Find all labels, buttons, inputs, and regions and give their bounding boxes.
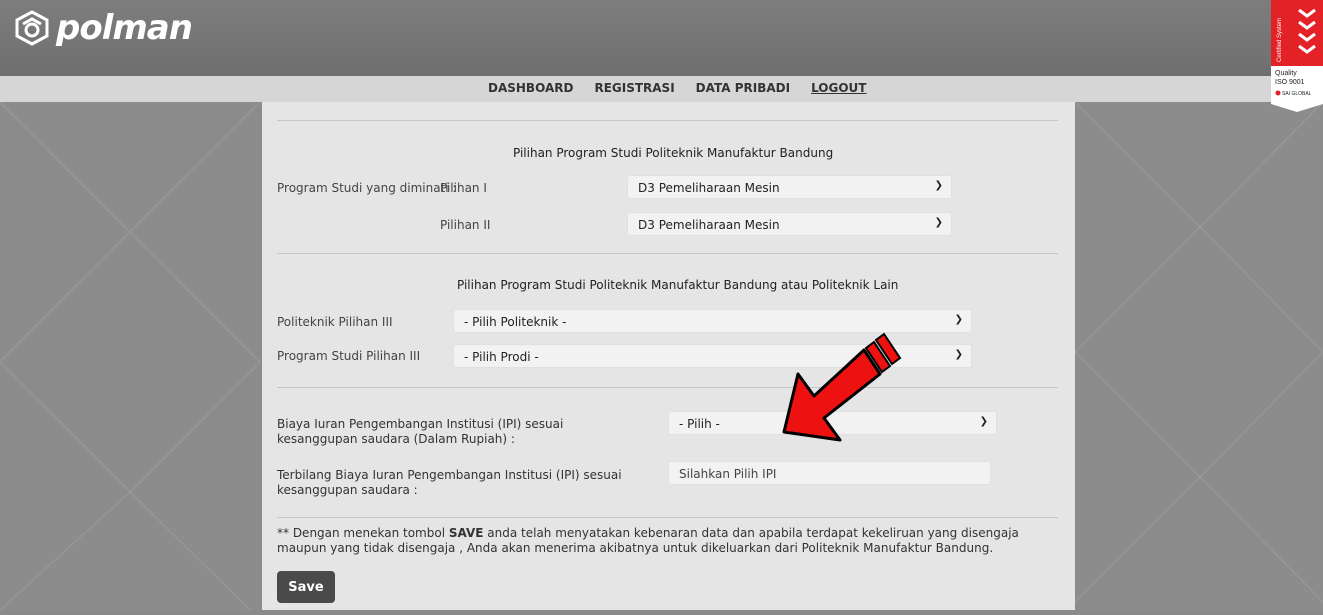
site-header: polman — [0, 0, 1323, 76]
nav-dashboard[interactable]: DASHBOARD — [488, 81, 573, 95]
label-pilihan-1: Pilihan I — [440, 181, 487, 195]
chevron-down-icon: ❯ — [954, 314, 963, 325]
nav-logout[interactable]: LOGOUT — [811, 81, 866, 95]
nav-menu: DASHBOARD REGISTRASI DATA PRIBADI LOGOUT — [488, 81, 887, 95]
divider — [277, 253, 1058, 254]
divider — [277, 120, 1058, 121]
pilihan-2-select[interactable]: D3 Pemeliharaan Mesin ❯ — [627, 212, 952, 236]
chevron-down-icon: ❯ — [934, 180, 943, 191]
chevron-down-icon: ❯ — [979, 416, 988, 427]
section2-title: Pilihan Program Studi Politeknik Manufak… — [457, 278, 899, 292]
note-save-bold: SAVE — [448, 526, 484, 540]
divider — [277, 387, 1058, 388]
nav-registrasi[interactable]: REGISTRASI — [594, 81, 674, 95]
chevron-down-icon: ❯ — [934, 217, 943, 228]
label-pilihan-2: Pilihan II — [440, 218, 491, 232]
label-politeknik-3: Politeknik Pilihan III — [277, 315, 393, 329]
prodi-value: - Pilih Prodi - — [464, 350, 539, 364]
save-button[interactable]: Save — [277, 571, 335, 603]
svg-text:Certified System: Certified System — [1277, 18, 1283, 62]
polman-logo[interactable]: polman — [14, 8, 193, 48]
logo-text: polman — [56, 8, 193, 48]
nav-bar: DASHBOARD REGISTRASI DATA PRIBADI LOGOUT — [0, 76, 1323, 103]
label-terbilang: Terbilang Biaya Iuran Pengembangan Insti… — [277, 468, 622, 497]
terbilang-placeholder: Silahkan Pilih IPI — [679, 467, 777, 481]
nav-data-pribadi[interactable]: DATA PRIBADI — [696, 81, 790, 95]
chevron-down-icon: ❯ — [954, 349, 963, 360]
svg-text:ISO 9001: ISO 9001 — [1275, 79, 1305, 86]
terbilang-input[interactable]: Silahkan Pilih IPI — [668, 461, 991, 485]
svg-text:Quality: Quality — [1275, 70, 1297, 77]
pilihan-2-value: D3 Pemeliharaan Mesin — [638, 218, 780, 232]
label-ipi: Biaya Iuran Pengembangan Institusi (IPI)… — [277, 417, 564, 446]
divider — [277, 517, 1058, 518]
politeknik-value: - Pilih Politeknik - — [464, 315, 567, 329]
label-prodi-3: Program Studi Pilihan III — [277, 349, 421, 363]
disclaimer-note: ** Dengan menekan tombol SAVE anda telah… — [277, 526, 1062, 556]
section1-title: Pilihan Program Studi Politeknik Manufak… — [513, 146, 834, 160]
pilihan-1-value: D3 Pemeliharaan Mesin — [638, 181, 780, 195]
red-arrow-icon — [782, 332, 902, 442]
note-prefix: ** Dengan menekan tombol — [277, 526, 449, 540]
pilihan-1-select[interactable]: D3 Pemeliharaan Mesin ❯ — [627, 175, 952, 199]
iso-cert-badge: Certified System Quality ISO 9001 SAI GL… — [1271, 0, 1323, 112]
ipi-value: - Pilih - — [679, 417, 720, 431]
polman-logo-icon — [15, 10, 49, 46]
svg-text:SAI GLOBAL: SAI GLOBAL — [1282, 91, 1312, 97]
label-program-studi: Program Studi yang diminati : — [277, 181, 457, 195]
